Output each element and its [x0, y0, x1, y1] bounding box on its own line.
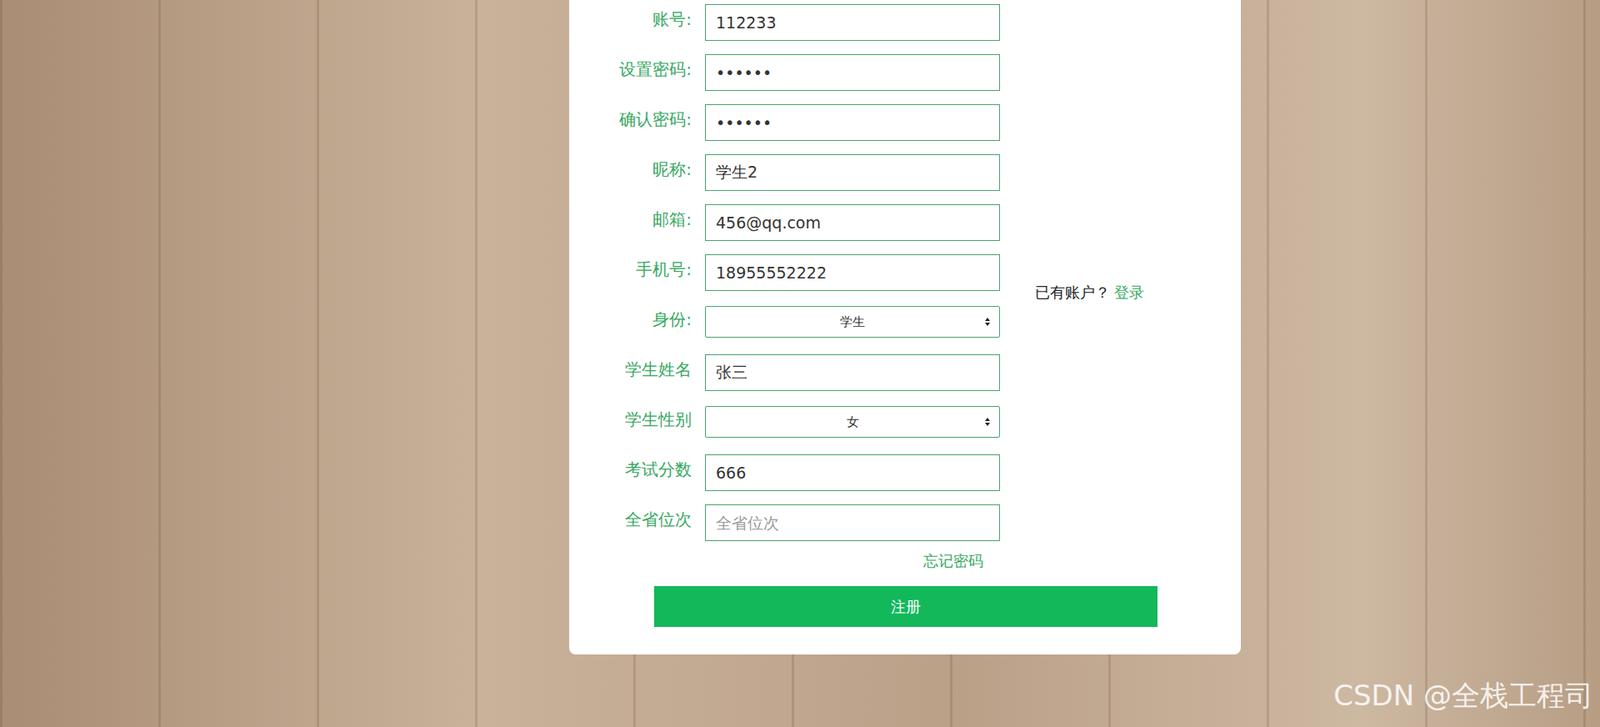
field-label: 确认密码: — [569, 104, 692, 131]
field-label: 手机号: — [569, 254, 692, 281]
dropdown-arrow-icon — [984, 316, 991, 327]
register-card: 账号: 设置密码: 确认密码: 昵称: 邮箱: 手机号: 身份: 学生 学生姓名… — [569, 0, 1241, 655]
form-row: 学生性别 女 — [569, 404, 1000, 441]
form-row: 学生姓名 — [569, 354, 1000, 391]
field-label: 身份: — [569, 304, 692, 331]
text-input[interactable] — [705, 4, 1000, 41]
select-field[interactable]: 学生 — [705, 305, 1000, 338]
form-row: 手机号: — [569, 254, 1000, 291]
field-label: 考试分数 — [569, 454, 692, 481]
page-background: 账号: 设置密码: 确认密码: 昵称: 邮箱: 手机号: 身份: 学生 学生姓名… — [0, 0, 1600, 727]
text-input[interactable] — [705, 254, 1000, 291]
form-row: 全省位次 — [569, 504, 1000, 541]
form-row: 身份: 学生 — [569, 304, 1000, 341]
field-label: 昵称: — [569, 154, 692, 181]
form-row: 昵称: — [569, 154, 1000, 191]
form-row: 设置密码: — [569, 54, 1000, 91]
text-input[interactable] — [705, 154, 1000, 191]
forgot-password-link[interactable]: 忘记密码 — [923, 550, 984, 571]
text-input[interactable] — [705, 204, 1000, 241]
field-label: 邮箱: — [569, 204, 692, 231]
field-label: 设置密码: — [569, 54, 692, 81]
register-button[interactable]: 注册 — [654, 585, 1158, 627]
watermark: CSDN @全栈工程司 — [1333, 676, 1594, 715]
text-input[interactable] — [705, 504, 1000, 541]
select-field[interactable]: 女 — [705, 405, 1000, 438]
field-label: 账号: — [569, 4, 692, 31]
text-input[interactable] — [705, 454, 1000, 491]
form-row: 账号: — [569, 4, 1000, 41]
login-prompt: 已有账户？ 登录 — [1035, 272, 1145, 303]
field-label: 学生性别 — [569, 404, 692, 431]
login-link[interactable]: 登录 — [1114, 283, 1145, 301]
text-input[interactable] — [705, 354, 1000, 391]
form-row: 邮箱: — [569, 204, 1000, 241]
form-row: 考试分数 — [569, 454, 1000, 491]
text-input[interactable] — [705, 54, 1000, 91]
field-label: 全省位次 — [569, 504, 692, 531]
register-form: 账号: 设置密码: 确认密码: 昵称: 邮箱: 手机号: 身份: 学生 学生姓名… — [569, 4, 1000, 571]
text-input[interactable] — [705, 104, 1000, 141]
dropdown-arrow-icon — [984, 416, 991, 427]
field-label: 学生姓名 — [569, 354, 692, 381]
form-row: 确认密码: — [569, 104, 1000, 141]
